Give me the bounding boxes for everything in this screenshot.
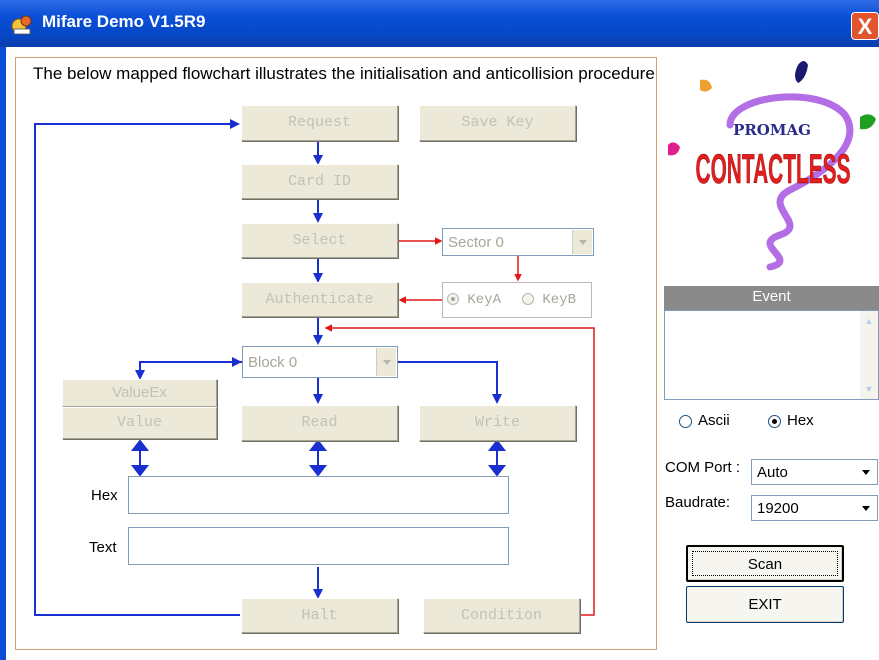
hex-option-label: Hex — [787, 412, 814, 429]
request-button[interactable]: Request — [241, 105, 398, 141]
sector-select[interactable]: Sector 0 — [442, 228, 594, 256]
flowchart-description: The below mapped flowchart illustrates t… — [33, 64, 655, 83]
hex-input[interactable] — [128, 476, 509, 514]
chevron-down-icon[interactable] — [572, 230, 592, 254]
key-b-option[interactable]: KeyB — [522, 292, 576, 308]
read-button[interactable]: Read — [241, 405, 398, 441]
window-frame-left — [0, 47, 6, 660]
text-input[interactable] — [128, 527, 509, 565]
ascii-radio[interactable] — [679, 414, 692, 428]
event-log[interactable]: ▲ ▼ — [664, 310, 879, 400]
save-key-button[interactable]: Save Key — [419, 105, 576, 141]
select-button[interactable]: Select — [241, 223, 398, 258]
baudrate-select[interactable]: 19200 — [751, 495, 878, 521]
key-a-option[interactable]: KeyA — [447, 292, 501, 308]
hex-radio[interactable] — [768, 414, 781, 428]
event-scrollbar[interactable]: ▲ ▼ — [860, 311, 878, 399]
condition-button[interactable]: Condition — [423, 598, 580, 633]
title-bar[interactable]: Mifare Demo V1.5R9 X — [0, 0, 879, 47]
ascii-label: Ascii — [698, 412, 730, 429]
chevron-down-icon[interactable] — [376, 348, 396, 376]
close-button[interactable]: X — [851, 12, 879, 40]
block-value: Block 0 — [248, 354, 298, 371]
ascii-option[interactable]: Ascii — [679, 412, 730, 429]
window-title: Mifare Demo V1.5R9 — [42, 12, 206, 31]
focus-ring — [692, 551, 838, 576]
scan-button[interactable]: Scan — [686, 545, 844, 582]
logo-main-text: CONTACTLESS — [696, 145, 851, 192]
logo-top-text: PROMAG — [733, 121, 811, 139]
close-icon: X — [857, 14, 873, 39]
key-type-group: KeyA KeyB — [442, 282, 592, 318]
sector-value: Sector 0 — [448, 234, 504, 251]
text-label: Text — [89, 539, 117, 556]
authenticate-button[interactable]: Authenticate — [241, 282, 398, 317]
scroll-up-icon[interactable]: ▲ — [861, 313, 877, 329]
key-b-radio[interactable] — [522, 293, 534, 306]
exit-button[interactable]: EXIT — [686, 586, 844, 623]
scroll-down-icon[interactable]: ▼ — [861, 381, 877, 397]
hex-option[interactable]: Hex — [768, 412, 814, 429]
value-ex-button[interactable]: ValueEx — [62, 379, 217, 407]
chevron-down-icon[interactable] — [856, 461, 876, 483]
app-icon — [11, 15, 32, 35]
block-select[interactable]: Block 0 — [242, 346, 398, 378]
com-port-select[interactable]: Auto — [751, 459, 878, 485]
hex-label: Hex — [91, 487, 118, 504]
write-button[interactable]: Write — [419, 405, 576, 441]
chevron-down-icon[interactable] — [856, 497, 876, 519]
key-a-label: KeyA — [467, 292, 502, 308]
card-id-button[interactable]: Card ID — [241, 164, 398, 199]
key-b-label: KeyB — [542, 292, 577, 308]
com-port-label: COM Port : — [665, 459, 741, 476]
baudrate-label: Baudrate: — [665, 494, 731, 511]
promag-contactless-logo: PROMAG CONTACTLESS — [668, 61, 876, 271]
event-header: Event — [664, 286, 879, 310]
halt-button[interactable]: Halt — [241, 598, 398, 633]
key-a-radio[interactable] — [447, 293, 459, 306]
baudrate-value: 19200 — [757, 500, 799, 517]
value-button[interactable]: Value — [62, 407, 217, 439]
com-port-value: Auto — [757, 464, 788, 481]
